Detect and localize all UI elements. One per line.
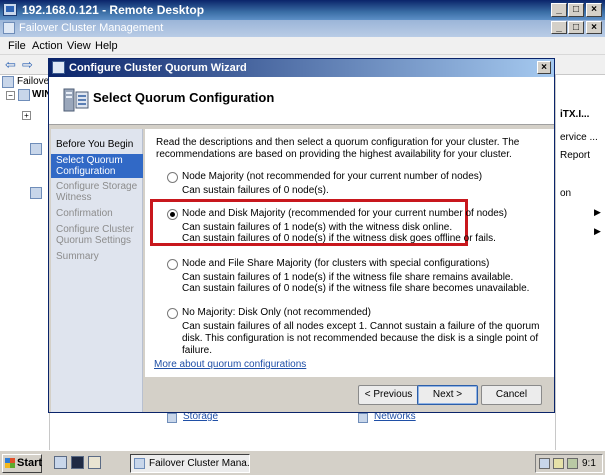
- option-file-share-label[interactable]: Node and File Share Majority (for cluste…: [182, 258, 489, 269]
- nav-step-before-you-begin[interactable]: Before You Begin: [51, 139, 143, 150]
- option-disk-only-label[interactable]: No Majority: Disk Only (not recommended): [182, 307, 371, 318]
- taskbar-failover-cluster[interactable]: Failover Cluster Mana...: [130, 454, 250, 473]
- start-button[interactable]: Start: [2, 454, 42, 473]
- tree-expand-icon[interactable]: −: [6, 91, 15, 100]
- remote-desktop-title: 192.168.0.121 - Remote Desktop: [22, 3, 205, 17]
- cluster-tree-icon: [2, 76, 14, 88]
- actions-pane: iTX.I... ervice ... Report on ▶ ▶: [555, 75, 605, 450]
- option-node-majority-desc: Can sustain failures of 0 node(s).: [182, 185, 329, 196]
- server-maximize-button[interactable]: □: [568, 21, 584, 34]
- menu-file[interactable]: File: [8, 40, 26, 52]
- actions-header: iTX.I...: [560, 109, 590, 120]
- more-about-quorum-link[interactable]: More about quorum configurations: [154, 359, 306, 370]
- server-tree-icon: [18, 89, 30, 101]
- wizard-button-bar: < Previous Next > Cancel: [145, 377, 554, 412]
- option-node-majority-label[interactable]: Node Majority (not recommended for your …: [182, 171, 482, 182]
- server-close-button[interactable]: ×: [586, 21, 602, 34]
- taskbar-task-label: Failover Cluster Mana...: [149, 458, 250, 469]
- maximize-button[interactable]: □: [568, 3, 584, 17]
- wizard-page-title: Select Quorum Configuration: [93, 90, 275, 105]
- wizard-content: Read the descriptions and then select a …: [145, 129, 554, 412]
- clock[interactable]: 9:1: [582, 458, 596, 469]
- tree-expand-icon[interactable]: +: [22, 111, 31, 120]
- submenu-arrow-icon: ▶: [594, 207, 601, 217]
- bottom-links-pane: Storage Networks: [150, 408, 555, 450]
- wizard-titlebar[interactable]: Configure Cluster Quorum Wizard ×: [49, 59, 554, 77]
- quorum-wizard-dialog: Configure Cluster Quorum Wizard × Select…: [48, 58, 555, 413]
- storage-icon: [167, 413, 177, 423]
- cancel-button[interactable]: Cancel: [481, 385, 542, 405]
- option-node-and-disk-majority-label[interactable]: Node and Disk Majority (recommended for …: [182, 208, 507, 219]
- system-tray: 9:1: [535, 454, 603, 473]
- option-disk-only-desc: Can sustain failures of all nodes except…: [182, 321, 540, 356]
- forward-arrow-icon[interactable]: ⇨: [22, 58, 36, 72]
- radio-no-majority-disk-only[interactable]: [167, 308, 178, 319]
- windows-logo-icon: [5, 458, 15, 468]
- nav-step-configure-quorum-settings: Configure Cluster Quorum Settings: [56, 224, 134, 246]
- explorer-icon[interactable]: [88, 456, 101, 469]
- nav-step-select-quorum[interactable]: Select Quorum Configuration: [51, 154, 143, 178]
- remote-desktop-icon: [3, 3, 17, 16]
- wizard-step-nav: Before You Begin Select Quorum Configura…: [51, 129, 143, 412]
- back-arrow-icon[interactable]: ⇦: [5, 58, 19, 72]
- server-manager-icon[interactable]: [54, 456, 67, 469]
- command-prompt-icon[interactable]: [71, 456, 84, 469]
- wizard-header: Select Quorum Configuration: [49, 77, 554, 125]
- security-tray-icon[interactable]: [567, 458, 578, 469]
- menu-help[interactable]: Help: [95, 40, 118, 52]
- network-tray-icon[interactable]: [539, 458, 550, 469]
- option-node-and-disk-majority-desc-2: Can sustain failures of 0 node(s) if the…: [182, 233, 496, 244]
- action-service[interactable]: ervice ...: [560, 132, 598, 143]
- wizard-close-button[interactable]: ×: [537, 61, 551, 74]
- failover-cluster-title: Failover Cluster Management: [19, 22, 164, 34]
- volume-tray-icon[interactable]: [553, 458, 564, 469]
- minimize-button[interactable]: _: [551, 3, 567, 17]
- option-file-share-desc-2: Can sustain failures of 0 node(s) if the…: [182, 283, 530, 294]
- radio-node-and-file-share-majority[interactable]: [167, 259, 178, 270]
- nav-step-confirmation: Confirmation: [56, 208, 113, 219]
- menu-view[interactable]: View: [67, 40, 91, 52]
- console-tree: Failover − WIN +: [0, 75, 53, 450]
- next-button[interactable]: Next >: [417, 385, 478, 405]
- nav-step-summary: Summary: [56, 251, 99, 262]
- nav-step-configure-storage-witness: Configure Storage Witness: [56, 181, 138, 203]
- radio-node-majority[interactable]: [167, 172, 178, 183]
- submenu-arrow-icon: ▶: [594, 226, 601, 236]
- previous-button[interactable]: < Previous: [358, 385, 419, 405]
- failover-cluster-titlebar[interactable]: Failover Cluster Management _ □ ×: [0, 20, 605, 37]
- action-on[interactable]: on: [560, 188, 571, 199]
- tree-node-icon: [30, 143, 42, 155]
- close-button[interactable]: ×: [586, 3, 602, 17]
- taskbar: Start Failover Cluster Mana... 9:1: [0, 450, 605, 475]
- tree-node-icon: [30, 187, 42, 199]
- intro-text: Read the descriptions and then select a …: [156, 137, 520, 160]
- menu-action[interactable]: Action: [32, 40, 63, 52]
- wizard-app-icon: [52, 61, 65, 74]
- radio-node-and-disk-majority[interactable]: [167, 209, 178, 220]
- action-report[interactable]: Report: [560, 150, 590, 161]
- wizard-title: Configure Cluster Quorum Wizard: [69, 62, 247, 74]
- menu-bar: File Action View Help: [0, 37, 605, 55]
- quorum-config-icon: [63, 88, 89, 112]
- server-minimize-button[interactable]: _: [551, 21, 567, 34]
- start-label: Start: [17, 457, 43, 469]
- cluster-app-icon: [3, 22, 15, 34]
- cluster-task-icon: [134, 458, 145, 469]
- networks-icon: [358, 413, 368, 423]
- remote-desktop-titlebar[interactable]: 192.168.0.121 - Remote Desktop _ □ ×: [0, 0, 605, 20]
